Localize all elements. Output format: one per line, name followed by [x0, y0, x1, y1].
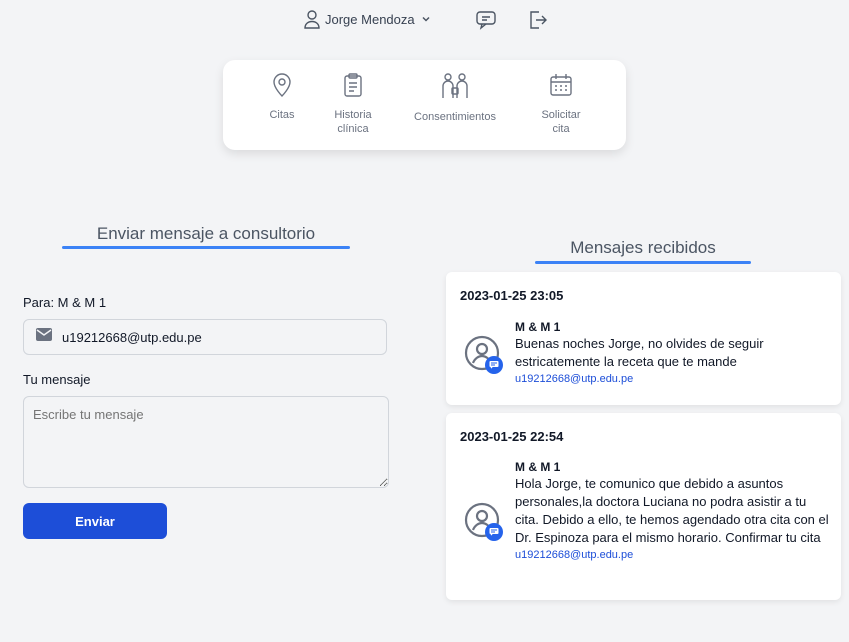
- message-sender: M & M 1: [515, 320, 561, 334]
- user-menu[interactable]: Jorge Mendoza: [303, 9, 433, 29]
- nav-item-consentimientos[interactable]: Consentimientos: [407, 72, 503, 124]
- nav-item-historia-clinica[interactable]: Historia clínica: [324, 72, 382, 136]
- message-body: M & M 1 Hola Jorge, te comunico que debi…: [515, 460, 829, 561]
- message-text: Buenas noches Jorge, no olvides de segui…: [515, 336, 764, 369]
- send-section-title: Enviar mensaje a consultorio: [96, 224, 316, 243]
- message-sender: M & M 1: [515, 460, 561, 474]
- nav-label: Citas: [269, 109, 295, 121]
- user-message-avatar-icon: [464, 335, 504, 375]
- send-title-underline: [62, 246, 350, 249]
- recipient-label: Para: M & M 1: [23, 295, 107, 310]
- people-icon: [439, 72, 471, 104]
- message-date: 2023-01-25 23:05: [460, 288, 564, 303]
- email-value: u19212668@utp.edu.pe: [62, 329, 202, 345]
- message-card[interactable]: 2023-01-25 23:05 M & M 1 Buenas noches J…: [446, 272, 841, 405]
- user-message-avatar-icon: [464, 502, 504, 542]
- mail-icon: [36, 328, 52, 346]
- nav-card: Citas Historia clínica Consentimientos S…: [223, 60, 626, 150]
- message-email: u19212668@utp.edu.pe: [515, 549, 634, 561]
- chevron-down-icon: [419, 12, 433, 26]
- message-card[interactable]: 2023-01-25 22:54 M & M 1 Hola Jorge, te …: [446, 413, 841, 600]
- email-field[interactable]: u19212668@utp.edu.pe: [23, 319, 387, 355]
- inbox-title-underline: [535, 261, 751, 264]
- send-button[interactable]: Enviar: [23, 503, 167, 539]
- message-label: Tu mensaje: [23, 372, 91, 387]
- nav-item-solicitar-cita[interactable]: Solicitar cita: [531, 72, 591, 136]
- inbox-section-title: Mensajes recibidos: [570, 238, 716, 257]
- logout-icon[interactable]: [528, 9, 548, 31]
- message-body: M & M 1 Buenas noches Jorge, no olvides …: [515, 320, 829, 385]
- nav-label: Historia clínica: [334, 109, 372, 135]
- top-bar: Jorge Mendoza: [0, 0, 849, 40]
- map-pin-icon: [270, 72, 294, 102]
- chat-icon[interactable]: [475, 9, 497, 31]
- calendar-icon: [548, 72, 574, 102]
- message-date: 2023-01-25 22:54: [460, 429, 564, 444]
- message-textarea[interactable]: [23, 396, 389, 488]
- nav-label: Solicitar cita: [541, 109, 581, 135]
- nav-item-citas[interactable]: Citas: [253, 72, 311, 122]
- user-icon: [303, 9, 321, 29]
- nav-label: Consentimientos: [414, 111, 496, 123]
- clipboard-icon: [341, 72, 365, 102]
- message-email: u19212668@utp.edu.pe: [515, 373, 634, 385]
- message-text: Hola Jorge, te comunico que debido a asu…: [515, 476, 829, 545]
- user-name: Jorge Mendoza: [325, 11, 415, 27]
